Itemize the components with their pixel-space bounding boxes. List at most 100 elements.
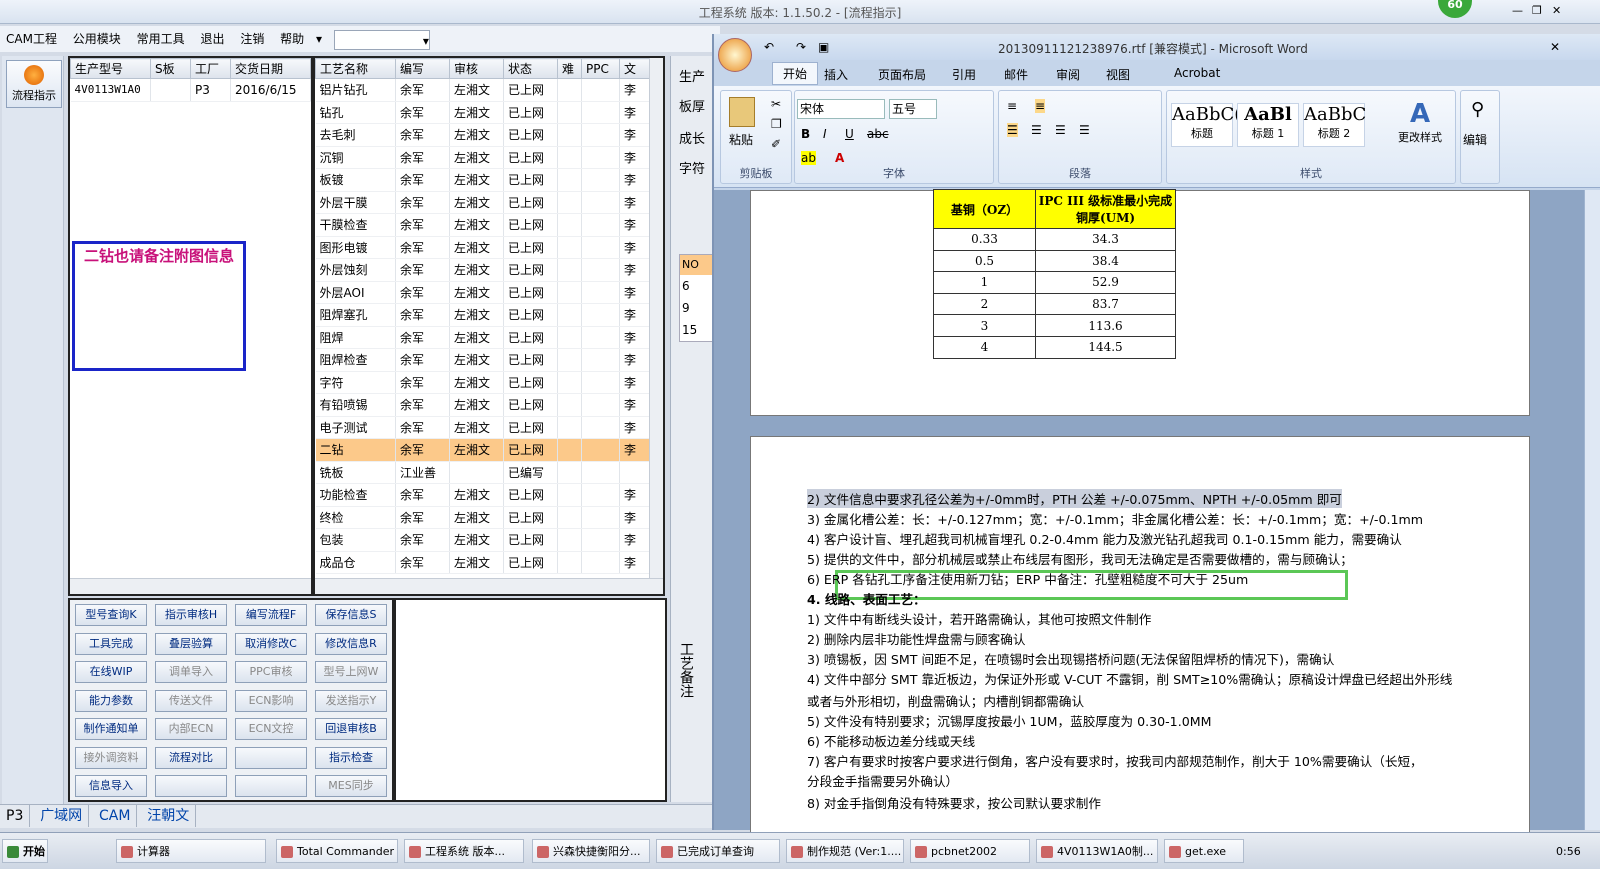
col-reviewer[interactable]: 审核 (449, 58, 504, 79)
action-button[interactable]: 编写流程F (235, 604, 307, 626)
col-ppc[interactable]: PPC (581, 58, 620, 79)
close-icon[interactable]: ✕ (1550, 40, 1560, 54)
font-color-icon[interactable]: A (835, 151, 844, 165)
table-row[interactable]: 去毛刺 余军 左湘文 已上网 李 (315, 123, 652, 147)
table-row[interactable]: 二钻 余军 左湘文 已上网 李 (315, 438, 652, 462)
action-button[interactable] (235, 746, 307, 769)
menu-logout[interactable]: 注销 (234, 26, 270, 52)
find-icon[interactable]: ⚲ (1471, 99, 1484, 120)
paste-icon[interactable] (729, 97, 755, 127)
action-button[interactable] (155, 775, 227, 797)
numbering-icon[interactable]: ≡ (1035, 99, 1046, 113)
table-row[interactable]: 阻焊塞孔 余军 左湘文 已上网 李 (315, 303, 652, 327)
align-left-icon[interactable]: ☰ (1007, 123, 1018, 137)
action-button[interactable]: 内部ECN (155, 718, 227, 740)
cut-icon[interactable]: ✂ (771, 97, 781, 111)
table-row[interactable]: 电子测试 余军 左湘文 已上网 李 (315, 416, 652, 439)
col-status[interactable]: 状态 (503, 58, 558, 79)
action-button[interactable]: 型号上网W (315, 661, 387, 683)
action-button[interactable]: 修改信息R (315, 632, 387, 655)
horizontal-scrollbar[interactable] (70, 578, 311, 594)
action-button[interactable]: 叠层验算 (155, 632, 227, 655)
redo-icon[interactable]: ↷ (796, 40, 806, 54)
table-row[interactable]: 干膜检查 余军 左湘文 已上网 李 (315, 213, 652, 237)
col-difficulty[interactable]: 难 (557, 58, 582, 79)
minimize-icon[interactable]: — (1512, 4, 1526, 18)
taskbar-item[interactable]: pcbnet2002 (910, 839, 1030, 863)
format-painter-icon[interactable]: ✐ (771, 137, 781, 151)
taskbar-item[interactable]: get.exe (1164, 839, 1244, 863)
bold-icon[interactable]: B (801, 127, 810, 141)
highlight-icon[interactable]: ab (801, 151, 816, 165)
menu-tools[interactable]: 常用工具 (131, 26, 191, 52)
table-row[interactable]: 钻孔 余军 左湘文 已上网 李 (315, 101, 652, 124)
action-button[interactable]: 指示审核H (155, 604, 227, 626)
table-row[interactable]: 铝片钻孔 余军 左湘文 已上网 李 (315, 78, 652, 102)
taskbar-item[interactable]: 工程系统 版本... (404, 839, 524, 863)
strikethrough-icon[interactable]: abc (867, 127, 889, 141)
action-button[interactable]: ECN文控 (235, 718, 307, 740)
action-button[interactable]: 发送指示Y (315, 689, 387, 712)
col-model[interactable]: 生产型号 (70, 58, 151, 79)
align-center-icon[interactable]: ☰ (1031, 123, 1042, 137)
close-icon[interactable]: ✕ (1552, 4, 1566, 18)
table-row[interactable]: 外层AOI 余军 左湘文 已上网 李 (315, 281, 652, 304)
table-row[interactable]: 终检 余军 左湘文 已上网 李 (315, 506, 652, 529)
ribbon-tab[interactable]: 引用 (952, 66, 976, 83)
action-button[interactable]: 型号查询K (75, 604, 147, 626)
chevron-down-icon[interactable]: ▾ (314, 26, 324, 52)
change-styles-button[interactable]: A 更改样式 (1389, 99, 1451, 145)
taskbar-item[interactable]: 4V0113W1A0制... (1036, 839, 1158, 863)
table-row[interactable]: 阻焊 余军 左湘文 已上网 李 (315, 326, 652, 349)
font-name-box[interactable]: 宋体 (797, 99, 885, 119)
restore-icon[interactable]: ❐ (1532, 4, 1546, 18)
style-title[interactable]: AaBbC(标题 (1171, 103, 1241, 147)
document-area[interactable]: 基铜（OZ） IPC III 级标准最小完成铜厚(UM) 0.33 34.3 0.5… (714, 189, 1600, 836)
table-row[interactable]: 板镀 余军 左湘文 已上网 李 (315, 168, 652, 192)
save-icon[interactable]: ▣ (818, 40, 829, 54)
action-button[interactable]: 回退审核B (315, 718, 387, 740)
action-button[interactable]: 保存信息S (315, 604, 387, 626)
action-button[interactable] (235, 775, 307, 797)
action-button[interactable]: 信息导入 (75, 775, 147, 797)
action-button[interactable]: ECN影响 (235, 689, 307, 712)
ribbon-tab[interactable]: Acrobat (1174, 66, 1220, 80)
action-button[interactable]: 流程对比 (155, 746, 227, 769)
table-row[interactable]: 4V0113W1A0 P3 2016/6/15 (70, 78, 311, 102)
ribbon-tab[interactable]: 插入 (824, 66, 848, 83)
table-row[interactable]: 包装 余军 左湘文 已上网 李 (315, 528, 652, 552)
table-row[interactable]: 外层干膜 余军 左湘文 已上网 李 (315, 191, 652, 214)
toolbar-combobox[interactable]: ▾ (333, 29, 430, 50)
col-date[interactable]: 交货日期 (230, 58, 311, 79)
style-heading-2[interactable]: AaBbC 标题 2 (1303, 103, 1366, 147)
style-heading-1[interactable]: AaBl 标题 1 (1237, 103, 1299, 147)
underline-icon[interactable]: U (845, 127, 854, 141)
paste-label[interactable]: 粘贴 (729, 131, 753, 148)
col-s[interactable]: S板 (150, 58, 191, 79)
ribbon-tab[interactable]: 邮件 (1004, 66, 1028, 83)
action-button[interactable]: 工具完成 (75, 632, 147, 655)
table-row[interactable]: 成品仓 余军 左湘文 已上网 李 (315, 551, 652, 574)
menu-exit[interactable]: 退出 (194, 26, 230, 52)
table-row[interactable]: 沉铜 余军 左湘文 已上网 李 (315, 146, 652, 169)
col-writer[interactable]: 编写 (395, 58, 450, 79)
horizontal-scrollbar[interactable] (315, 578, 663, 594)
col-process-name[interactable]: 工艺名称 (315, 58, 396, 79)
action-button[interactable]: 在线WIP (75, 661, 147, 683)
action-button[interactable]: PPC审核 (235, 661, 307, 683)
menu-cam[interactable]: CAM工程 (0, 26, 63, 52)
taskbar-item[interactable]: Total Commander ... (276, 839, 398, 863)
table-row[interactable]: 功能检查 余军 左湘文 已上网 李 (315, 483, 652, 507)
col-factory[interactable]: 工厂 (190, 58, 231, 79)
taskbar-item[interactable]: 兴森快捷衡阳分... (532, 839, 650, 863)
flow-instruction-button[interactable]: 流程指示 (6, 60, 62, 108)
font-size-box[interactable]: 五号 (889, 99, 937, 119)
word-vertical-scrollbar[interactable] (1584, 190, 1600, 830)
tab-network[interactable]: 广域网 (34, 805, 90, 827)
taskbar-item[interactable]: 计算器 (116, 839, 266, 863)
table-row[interactable]: 图形电镀 余军 左湘文 已上网 李 (315, 236, 652, 259)
table-row[interactable]: 字符 余军 左湘文 已上网 李 (315, 371, 652, 394)
justify-icon[interactable]: ☰ (1079, 123, 1090, 137)
tab-user[interactable]: 汪朝文 (141, 805, 197, 827)
action-button[interactable]: 接外调资料 (75, 746, 147, 769)
